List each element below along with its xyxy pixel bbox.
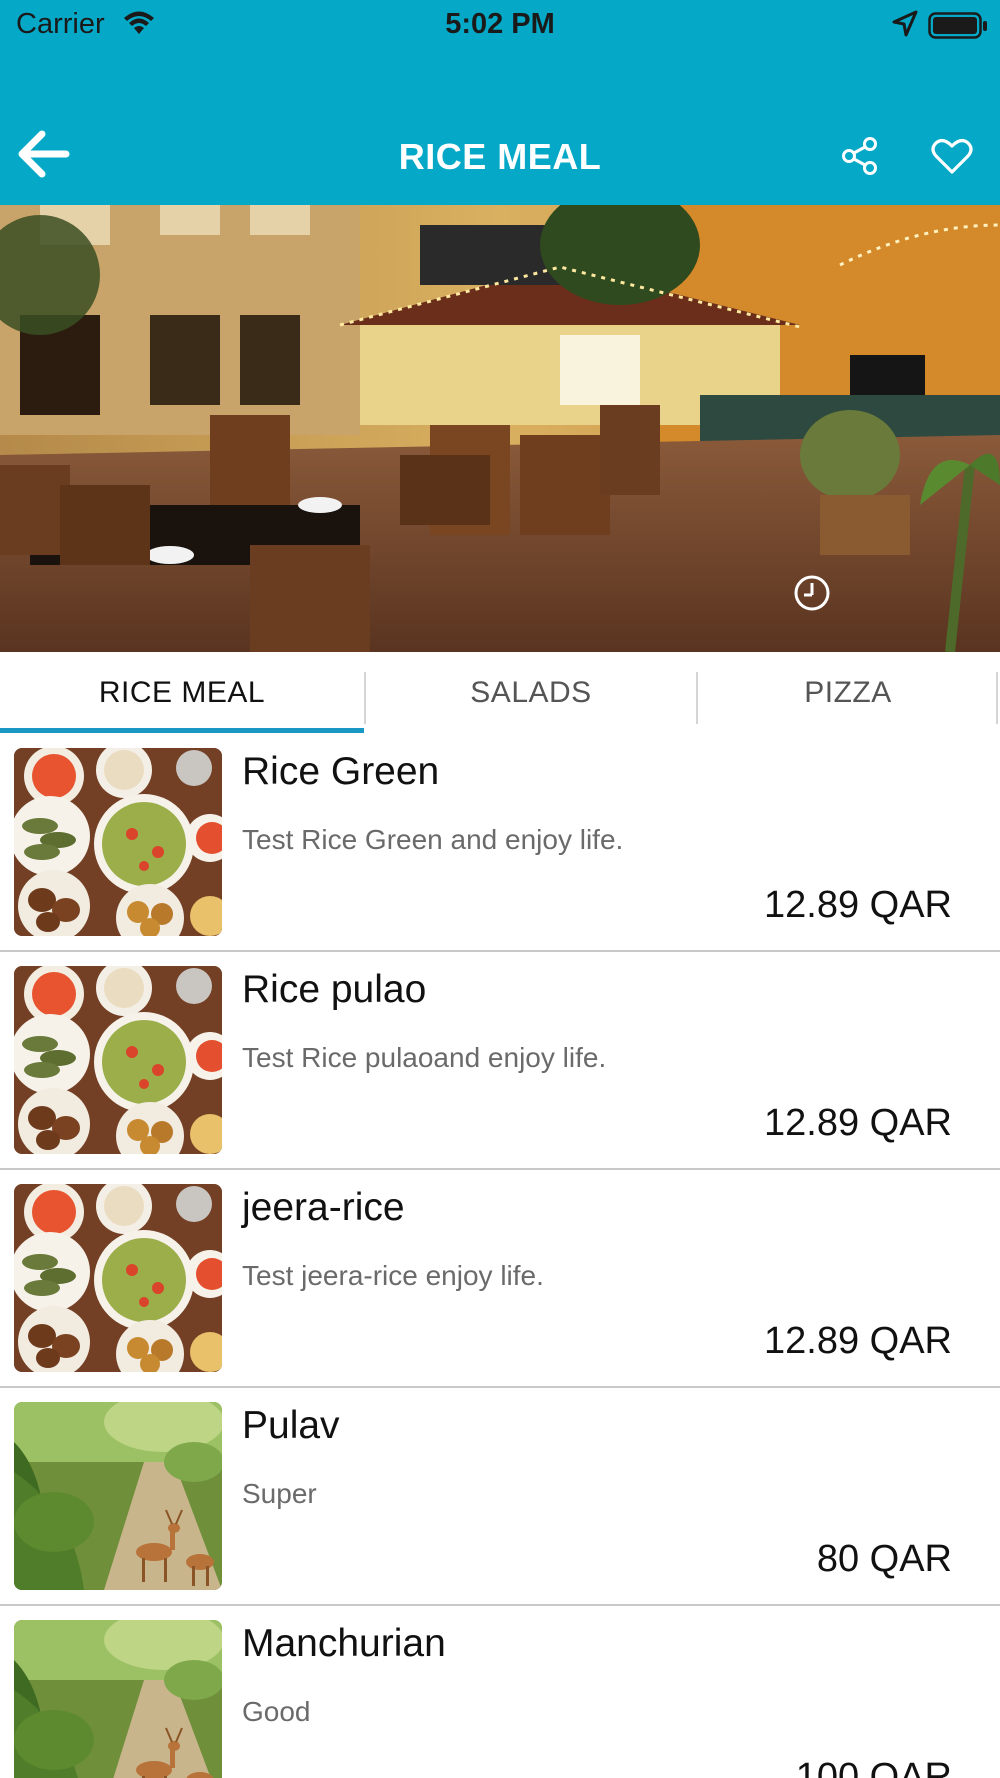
status-bar: Carrier 5:02 PM [0,0,1000,52]
restaurant-hero-image [0,205,1000,652]
menu-item-image [14,966,222,1154]
menu-item-price: 12.89 QAR [764,1102,952,1144]
menu-item-description: Test Rice pulaoand enjoy life. [242,1042,607,1073]
menu-item-image [14,1402,222,1590]
menu-item[interactable]: Rice Green Test Rice Green and enjoy lif… [0,734,1000,952]
menu-item-name: Rice Green [242,750,440,793]
menu-item[interactable]: jeera-rice Test jeera-rice enjoy life. 1… [0,1170,1000,1388]
tab-divider [996,672,998,724]
menu-item[interactable]: Rice pulao Test Rice pulaoand enjoy life… [0,952,1000,1170]
menu-item-image [14,1184,222,1372]
menu-item-name: Rice pulao [242,968,427,1011]
menu-item-description: Test Rice Green and enjoy life. [242,824,624,855]
status-time: 5:02 PM [445,8,555,40]
tab-salads[interactable]: SALADS [366,652,696,734]
menu-item[interactable]: Pulav Super 80 QAR [0,1388,1000,1606]
battery-icon [928,12,988,45]
menu-item-description: Good [242,1696,311,1727]
tab-pizza[interactable]: PIZZA [698,652,998,734]
menu-item-name: jeera-rice [242,1186,405,1229]
menu-item-description: Test jeera-rice enjoy life. [242,1260,544,1291]
menu-item-image [14,1620,222,1778]
heart-icon [931,137,973,180]
share-icon [840,136,880,181]
location-arrow-icon [892,10,918,43]
menu-item-price: 12.89 QAR [764,884,952,926]
menu-item-description: Super [242,1478,317,1509]
category-tabs: RICE MEAL SALADS PIZZA [0,652,1000,734]
menu-item-price: 100 QAR [795,1756,952,1778]
menu-item-name: Pulav [242,1404,340,1447]
active-tab-indicator [0,728,364,733]
menu-item-name: Manchurian [242,1622,446,1665]
navigation-bar: RICE MEAL [0,110,1000,200]
app-bar: Carrier 5:02 PM RICE MEAL [0,0,1000,205]
favorite-button[interactable] [924,130,980,186]
menu-item-price: 80 QAR [816,1538,952,1580]
menu-item-price: 12.89 QAR [764,1320,952,1362]
menu-item-list: Rice Green Test Rice Green and enjoy lif… [0,734,1000,1778]
tab-rice-meal[interactable]: RICE MEAL [0,652,364,734]
menu-item[interactable]: Manchurian Good 100 QAR [0,1606,1000,1778]
share-button[interactable] [832,130,888,186]
menu-item-image [14,748,222,936]
